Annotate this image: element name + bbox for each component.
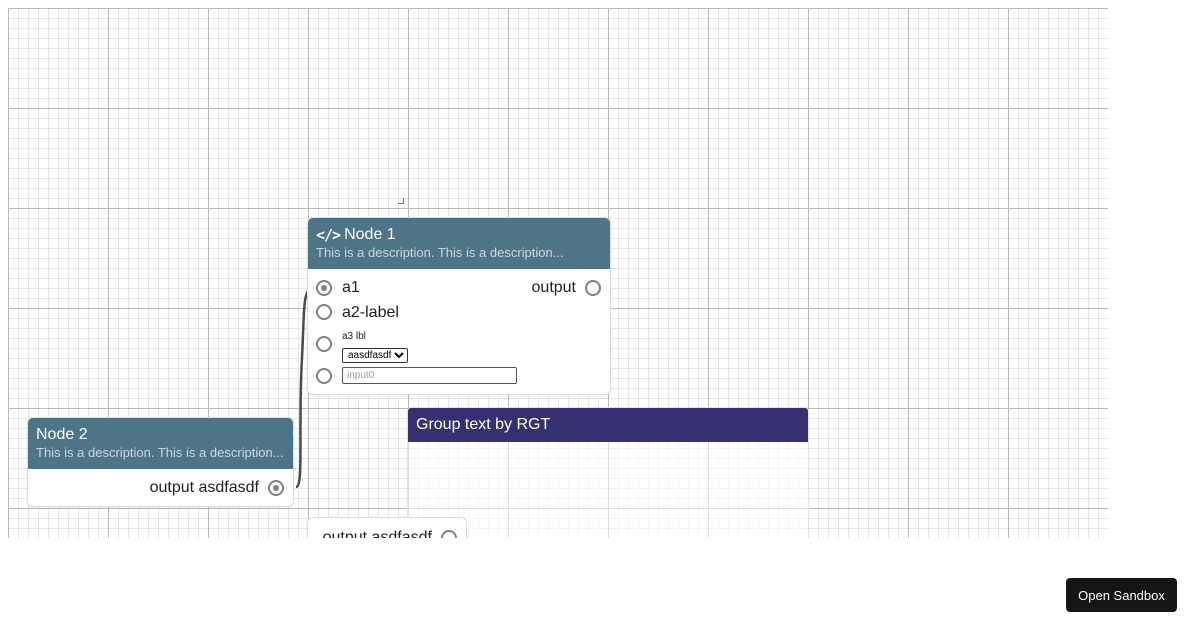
node-editor-canvas[interactable]: Group text by RGT </> Node 1 This is a d… (8, 8, 1108, 538)
node-1-a3-select[interactable]: aasdfasdf (342, 348, 408, 363)
node-1-input-input0-port[interactable] (316, 368, 332, 384)
node-1-input-a2-label: a2-label (342, 304, 399, 321)
group-header[interactable]: Group text by RGT (408, 408, 808, 442)
node-1-input-a2-port[interactable] (316, 304, 332, 320)
node-2-title: Node 2 (36, 426, 88, 443)
node-1-input-a1-label: a1 (342, 279, 360, 296)
node-2-output-label: output asdfasdf (149, 479, 259, 496)
node-1-input-a1-port[interactable] (316, 280, 332, 296)
node-1-input0-field[interactable] (342, 367, 517, 384)
node-1[interactable]: </> Node 1 This is a description. This i… (308, 218, 610, 394)
node-3-output-port[interactable] (441, 530, 457, 538)
node-2-header[interactable]: Node 2 This is a description. This is a … (28, 418, 293, 469)
resize-handle[interactable] (398, 198, 404, 204)
code-icon: </> (316, 226, 341, 244)
node-1-input-a3-port[interactable] (316, 336, 332, 352)
node-1-input-a3-label: a3 lbl (342, 331, 366, 342)
node-2[interactable]: Node 2 This is a description. This is a … (28, 418, 293, 506)
node-2-output-port[interactable] (268, 480, 284, 496)
group-box[interactable]: Group text by RGT (408, 408, 808, 538)
node-1-title: Node 1 (344, 226, 396, 243)
node-1-header[interactable]: </> Node 1 This is a description. This i… (308, 218, 610, 269)
node-1-description: This is a description. This is a descrip… (316, 245, 564, 260)
open-sandbox-button[interactable]: Open Sandbox (1066, 578, 1177, 612)
node-1-output-port[interactable] (585, 280, 601, 296)
node-1-output-label: output (531, 279, 576, 296)
group-title: Group text by RGT (416, 416, 551, 433)
node-3[interactable]: output asdfasdf (308, 518, 466, 538)
node-3-output-label: output asdfasdf (322, 529, 432, 538)
node-2-description: This is a description. This is a descrip… (36, 445, 284, 460)
